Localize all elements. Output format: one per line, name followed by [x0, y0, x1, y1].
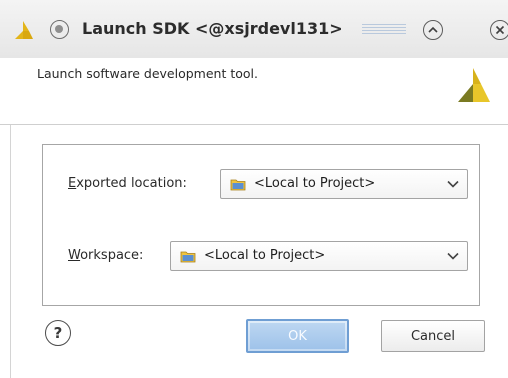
ok-button-label: OK [250, 323, 345, 349]
ok-button[interactable]: OK [246, 319, 349, 353]
exported-location-mnemonic: E [68, 176, 77, 191]
xilinx-logo-icon [458, 68, 490, 102]
exported-location-label-text: xported location: [76, 176, 187, 191]
location-group: Exported location: <Local to Project> Wo… [42, 144, 480, 306]
close-button[interactable] [490, 20, 508, 40]
launch-sdk-dialog: Launch SDK <@xsjrdevl131> Launch softwar… [0, 0, 508, 378]
xilinx-logo-icon [15, 21, 33, 39]
close-icon [495, 25, 505, 35]
folder-icon [180, 251, 196, 263]
folder-icon [230, 179, 246, 191]
exported-location-select[interactable]: <Local to Project> [220, 169, 468, 199]
help-icon: ? [53, 324, 63, 342]
dialog-description: Launch software development tool. [37, 66, 258, 81]
exported-location-label: Exported location: [68, 176, 187, 191]
maximize-button[interactable] [423, 20, 443, 40]
exported-location-value: <Local to Project> [254, 176, 376, 191]
chevron-down-icon[interactable] [447, 252, 459, 260]
window-title: Launch SDK <@xsjrdevl131> [82, 19, 343, 38]
cancel-button[interactable]: Cancel [381, 320, 485, 352]
chevron-up-icon [428, 26, 438, 33]
workspace-mnemonic: W [68, 248, 81, 263]
chevron-down-icon[interactable] [447, 180, 459, 188]
title-bar[interactable]: Launch SDK <@xsjrdevl131> [0, 0, 508, 58]
header-separator [0, 124, 508, 125]
help-button[interactable]: ? [45, 320, 71, 346]
left-border [10, 125, 11, 378]
workspace-select[interactable]: <Local to Project> [170, 241, 468, 271]
title-grip [362, 24, 406, 36]
workspace-label: Workspace: [68, 248, 143, 263]
workspace-label-text: orkspace: [80, 248, 144, 263]
window-menu-button[interactable] [50, 20, 69, 39]
workspace-value: <Local to Project> [204, 248, 326, 263]
